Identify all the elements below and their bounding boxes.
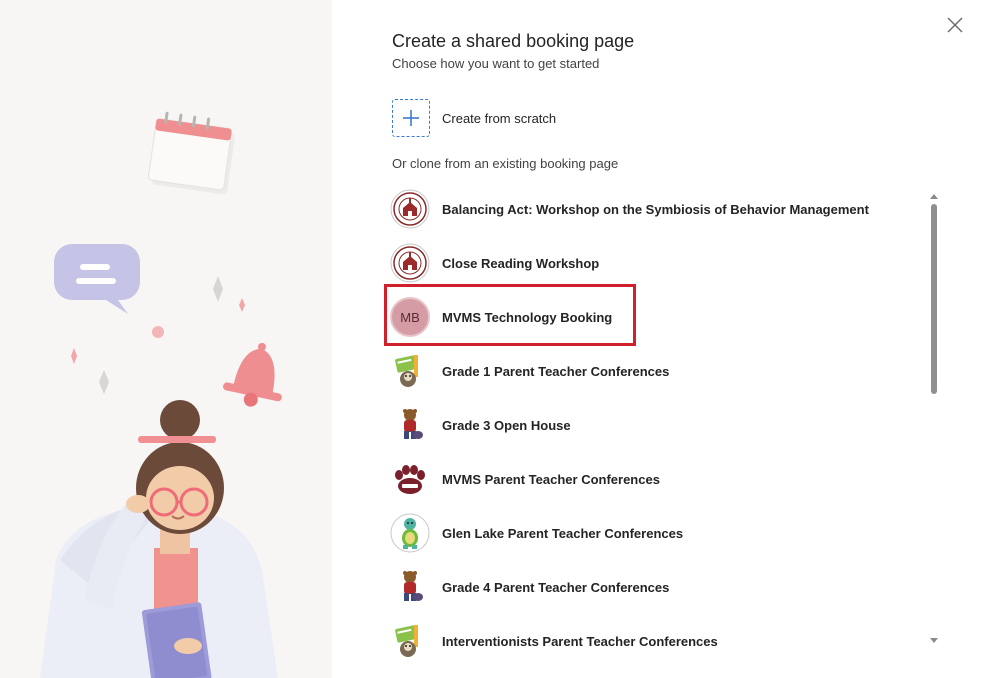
list-item[interactable]: Balancing Act: Workshop on the Symbiosis… (390, 182, 920, 236)
list-item-label: Grade 3 Open House (442, 417, 571, 433)
school-seal-icon (390, 243, 430, 283)
list-item[interactable]: MVMS Parent Teacher Conferences (390, 452, 920, 506)
paw-logo-icon (390, 459, 430, 499)
list-item-label: Glen Lake Parent Teacher Conferences (442, 525, 684, 541)
calendar-icon (148, 111, 235, 195)
scroll-down-arrow-icon[interactable] (930, 638, 938, 643)
list-item[interactable]: Close Reading Workshop (390, 236, 920, 290)
scroll-up-arrow-icon[interactable] (930, 194, 938, 199)
clone-heading: Or clone from an existing booking page (392, 156, 619, 171)
create-from-scratch-label: Create from scratch (442, 110, 557, 126)
list-item-label: MVMS Parent Teacher Conferences (442, 471, 660, 487)
close-button[interactable] (940, 10, 970, 40)
initials-avatar: MB (390, 297, 430, 337)
list-item[interactable]: Grade 4 Parent Teacher Conferences (390, 560, 920, 614)
bell-icon (223, 342, 282, 407)
list-item-label: Interventionists Parent Teacher Conferen… (442, 633, 718, 649)
close-icon (947, 17, 963, 33)
plus-icon (403, 110, 419, 126)
list-item-label: Grade 4 Parent Teacher Conferences (442, 579, 670, 595)
dialog-title: Create a shared booking page (392, 31, 635, 51)
school-seal-icon (390, 189, 430, 229)
sparkle-icon (239, 298, 245, 312)
list-scrollbar[interactable] (926, 190, 942, 650)
bear-mascot-icon (390, 405, 430, 445)
illustration-panel (0, 0, 332, 678)
list-item[interactable]: Grade 3 Open House (390, 398, 920, 452)
sparkle-icon (99, 370, 109, 394)
teacher-figure (40, 400, 278, 678)
book-mascot-icon (390, 621, 430, 661)
plus-icon-box (392, 99, 430, 137)
sparkle-icon (213, 276, 223, 302)
turtle-mascot-icon (390, 513, 430, 553)
book-mascot-icon (390, 351, 430, 391)
list-item-label: Grade 1 Parent Teacher Conferences (442, 363, 670, 379)
list-item[interactable]: Grade 1 Parent Teacher Conferences (390, 344, 920, 398)
list-item[interactable]: Glen Lake Parent Teacher Conferences (390, 506, 920, 560)
list-item-label: Balancing Act: Workshop on the Symbiosis… (442, 201, 869, 217)
chat-bubble-icon (54, 244, 140, 314)
create-from-scratch-button[interactable]: Create from scratch (392, 98, 556, 138)
dialog-subtitle: Choose how you want to get started (392, 56, 600, 71)
scrollbar-thumb[interactable] (931, 204, 937, 394)
dot-shape (152, 326, 164, 338)
bear-mascot-icon (390, 567, 430, 607)
list-item-label: MVMS Technology Booking (442, 309, 613, 325)
booking-page-list: Balancing Act: Workshop on the Symbiosis… (390, 182, 920, 662)
list-item-mvms-technology-booking[interactable]: MB MVMS Technology Booking (390, 290, 920, 344)
sparkle-icon (71, 348, 77, 364)
list-item[interactable]: Interventionists Parent Teacher Conferen… (390, 614, 920, 662)
list-item-label: Close Reading Workshop (442, 255, 600, 271)
teacher-illustration (40, 111, 282, 678)
